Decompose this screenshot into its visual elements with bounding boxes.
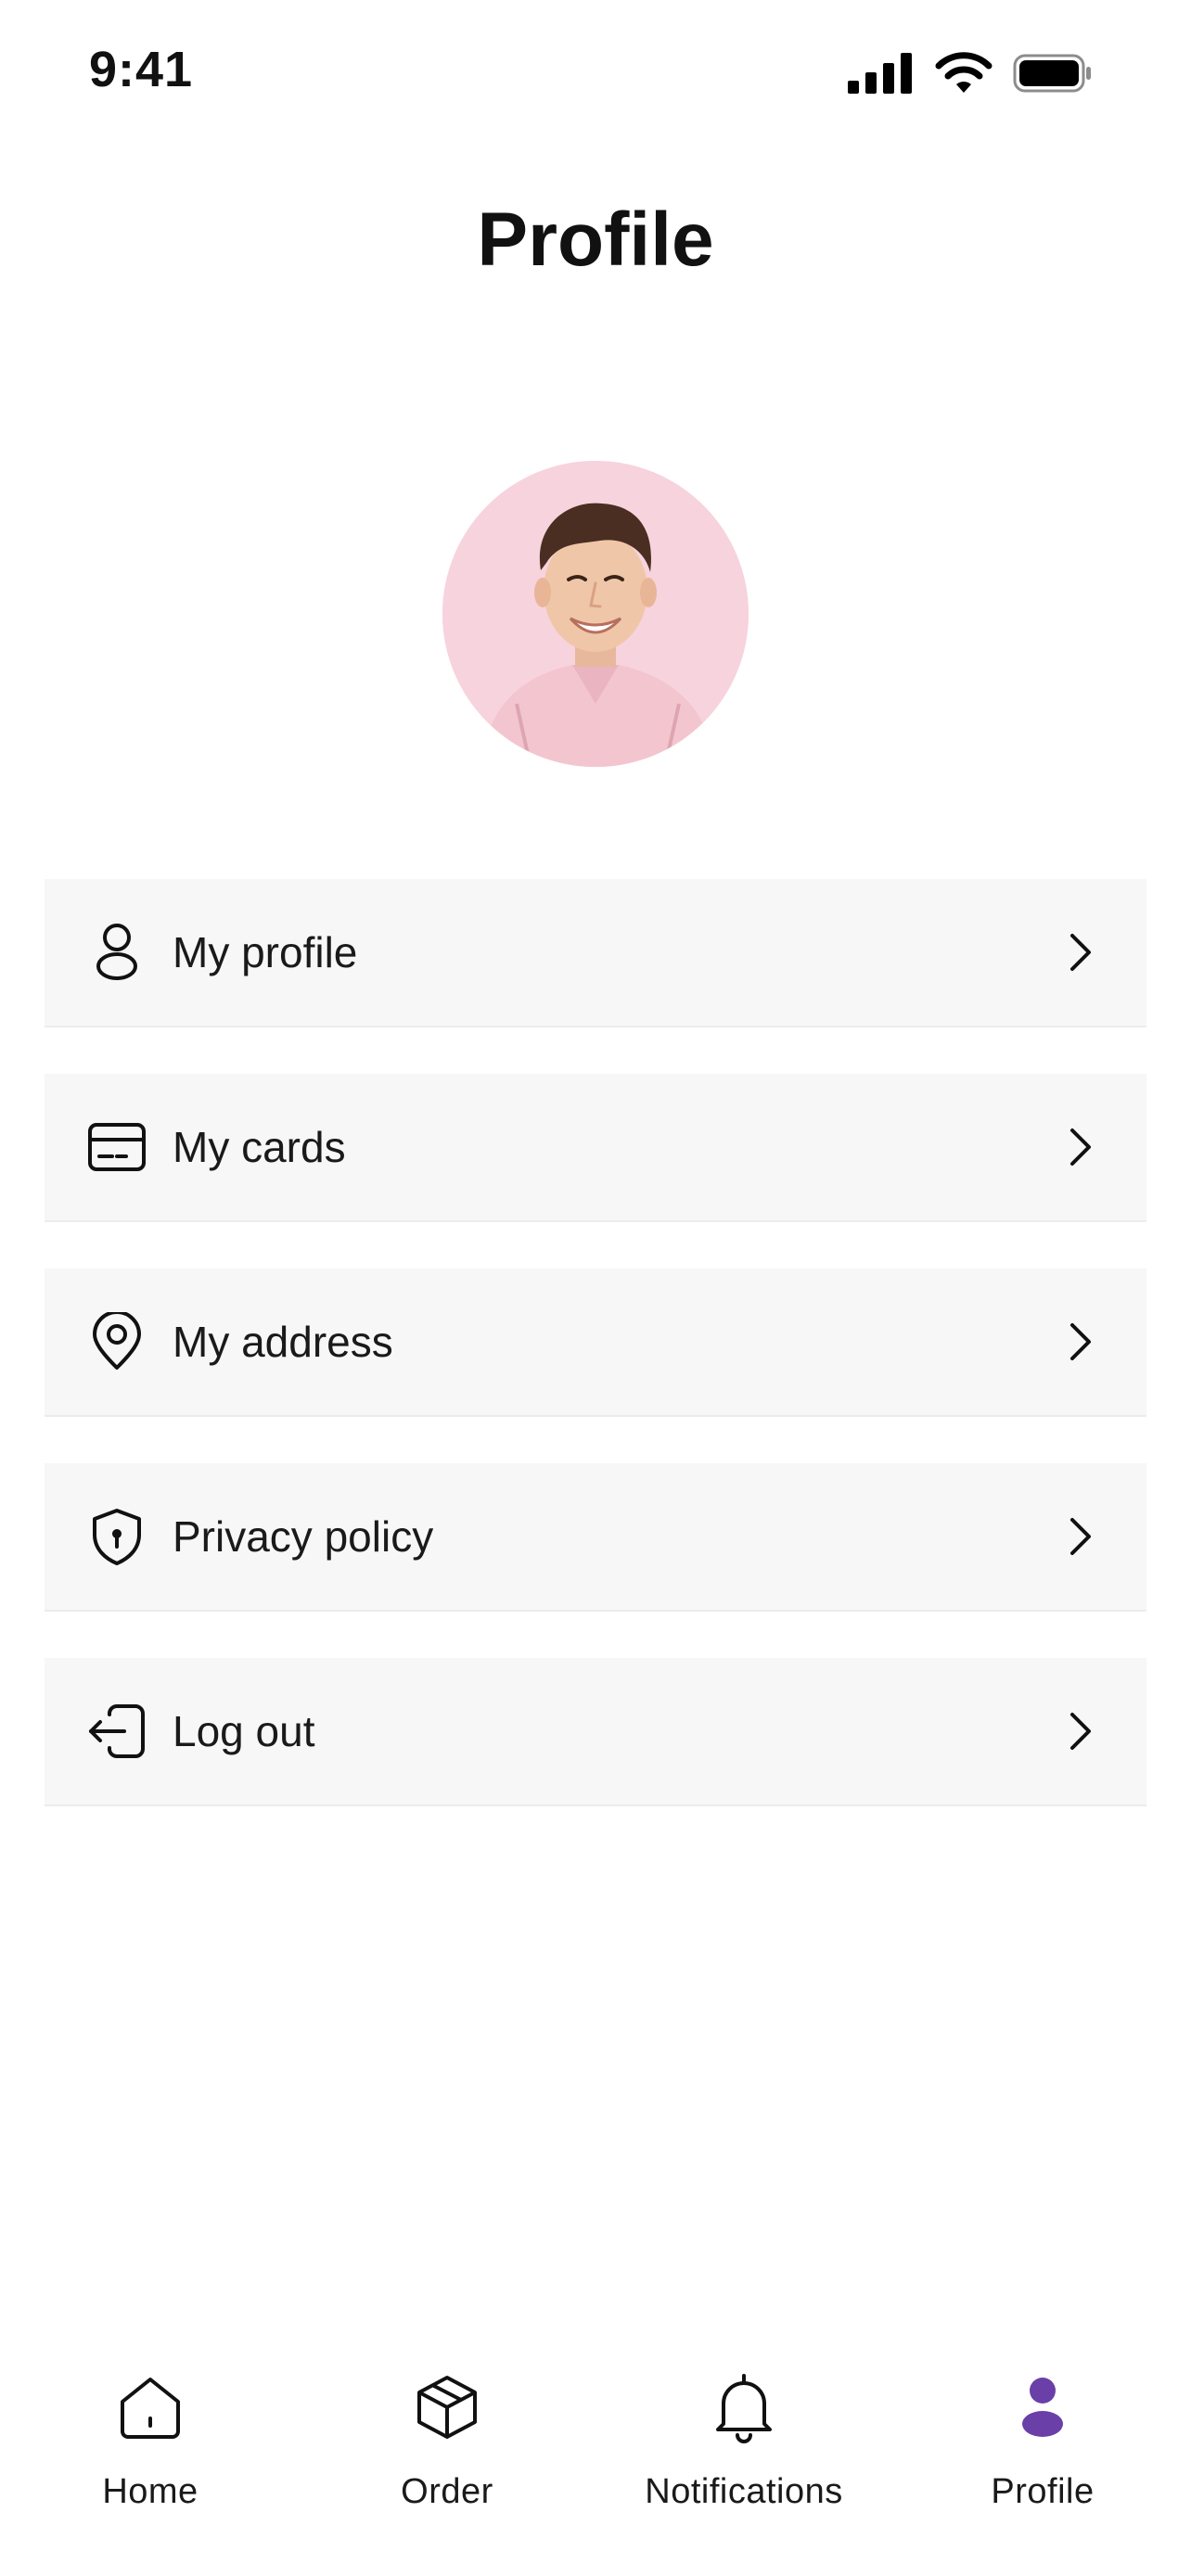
menu-item-my-address[interactable]: My address [45, 1269, 1146, 1417]
chevron-right-icon [1070, 1518, 1091, 1555]
wifi-icon [935, 52, 992, 93]
chevron-right-icon [1070, 1713, 1091, 1750]
menu-item-label: My cards [173, 1123, 346, 1171]
logout-icon [87, 1702, 147, 1761]
bell-icon [716, 2374, 772, 2443]
profile-menu: My profile My cards My address Privacy p… [45, 879, 1146, 1853]
package-icon [417, 2376, 477, 2439]
page-title: Profile [477, 198, 714, 282]
chevron-right-icon [1070, 1323, 1091, 1360]
user-icon [87, 923, 147, 982]
menu-item-label: My address [173, 1318, 393, 1366]
menu-item-log-out[interactable]: Log out [45, 1658, 1146, 1806]
battery-icon [1013, 54, 1091, 93]
avatar-portrait-image [442, 461, 749, 767]
shield-icon [87, 1507, 147, 1566]
status-icons [848, 52, 1093, 95]
chevron-right-icon [1070, 934, 1091, 971]
status-time: 9:41 [89, 42, 194, 97]
tab-label: Profile [991, 2472, 1095, 2511]
card-icon [87, 1117, 147, 1177]
menu-item-label: Privacy policy [173, 1512, 434, 1561]
tab-bar: Home Order Notifications Profile [0, 2355, 1191, 2541]
menu-item-my-cards[interactable]: My cards [45, 1074, 1146, 1222]
status-bar: 9:41 [0, 0, 1191, 148]
person-icon [1022, 2378, 1063, 2437]
tab-profile[interactable]: Profile [922, 2355, 1163, 2541]
tab-label: Order [401, 2472, 493, 2511]
menu-item-label: Log out [173, 1707, 315, 1755]
tab-home[interactable]: Home [30, 2355, 271, 2541]
tab-label: Notifications [645, 2472, 843, 2511]
chevron-right-icon [1070, 1129, 1091, 1166]
home-icon [121, 2378, 180, 2439]
cellular-signal-icon [848, 53, 912, 94]
tab-notifications[interactable]: Notifications [623, 2355, 864, 2541]
tab-label: Home [102, 2472, 198, 2511]
avatar[interactable] [442, 461, 749, 767]
menu-item-privacy-policy[interactable]: Privacy policy [45, 1463, 1146, 1612]
tab-order[interactable]: Order [327, 2355, 568, 2541]
menu-item-my-profile[interactable]: My profile [45, 879, 1146, 1027]
location-pin-icon [87, 1312, 147, 1371]
menu-item-label: My profile [173, 928, 358, 976]
